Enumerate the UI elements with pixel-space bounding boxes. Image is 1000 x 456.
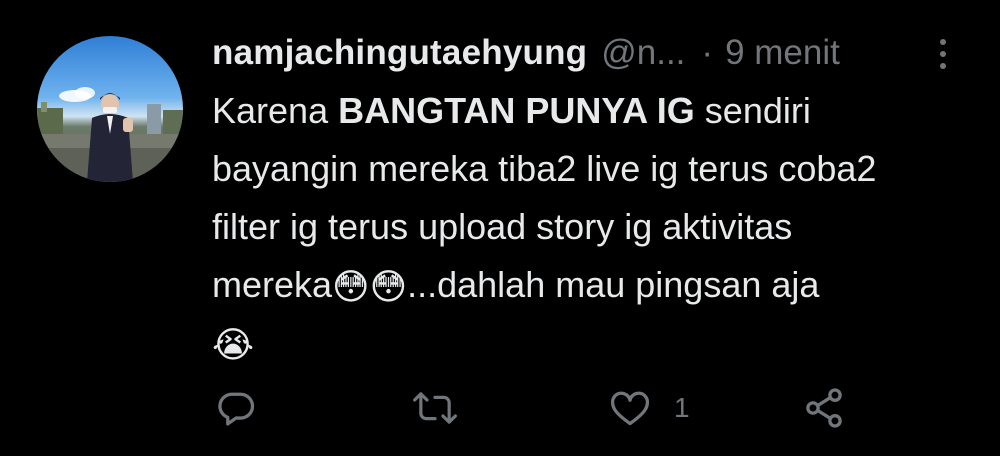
user-handle[interactable]: @n... (601, 33, 685, 73)
tweet-header: namjachingutaehyung @n... · 9 menit (212, 26, 840, 80)
retweet-icon (413, 392, 457, 424)
share-button[interactable] (802, 382, 846, 434)
text-segment: sendiri (694, 90, 811, 131)
text-segment-bold: BANGTAN PUNYA IG (338, 90, 695, 131)
timestamp[interactable]: 9 menit (725, 33, 840, 73)
like-count: 1 (674, 392, 690, 423)
share-icon (806, 388, 842, 428)
like-button[interactable]: 1 (608, 382, 690, 434)
reply-button[interactable] (214, 382, 258, 434)
crying-face-emoji: 😭 (212, 324, 255, 365)
tweet-text-line-3: filter ig terus upload story ig aktivita… (212, 206, 793, 247)
separator-dot: · (701, 33, 714, 72)
avatar[interactable] (37, 36, 183, 182)
tweet[interactable]: namjachingutaehyung @n... · 9 menit Kare… (0, 0, 1000, 456)
text-segment: mereka (212, 264, 333, 305)
text-segment: Karena (212, 90, 339, 131)
avatar-photo (37, 87, 183, 182)
retweet-button[interactable] (412, 382, 458, 434)
tweet-text: Karena BANGTAN PUNYA IG sendiri bayangin… (212, 82, 982, 372)
heart-icon (610, 391, 650, 426)
tweet-text-line-2: bayangin mereka tiba2 live ig terus coba… (212, 148, 877, 189)
display-name[interactable]: namjachingutaehyung (212, 33, 587, 73)
more-options-icon[interactable] (926, 34, 960, 74)
tweet-text-line-4: mereka😳😳...dahlah mau pingsan aja (212, 256, 982, 314)
tweet-text-line-5: 😭 (212, 314, 982, 372)
reply-icon (218, 392, 255, 426)
tweet-text-line-1: Karena BANGTAN PUNYA IG sendiri (212, 82, 982, 140)
text-segment: ...dahlah mau pingsan aja (407, 264, 820, 305)
action-bar: 1 (212, 382, 912, 434)
flushed-face-emoji: 😳😳 (332, 266, 408, 307)
